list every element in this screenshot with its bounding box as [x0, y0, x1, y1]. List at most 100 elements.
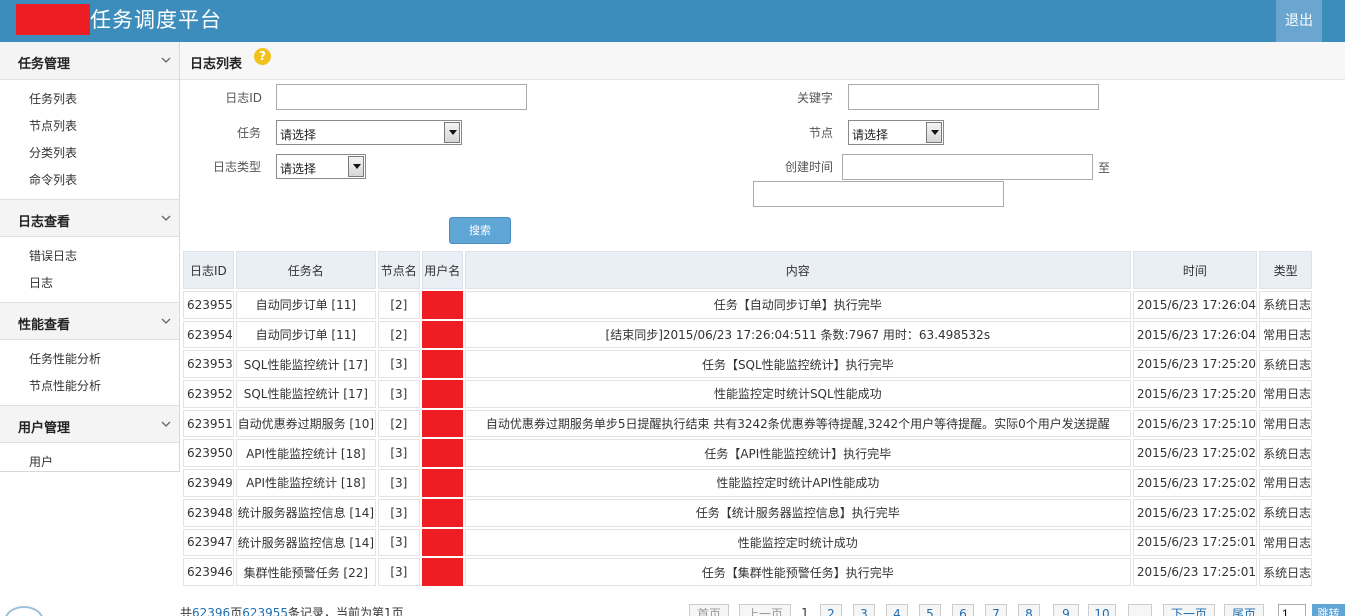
cell-time: 2015/6/23 17:26:04: [1132, 320, 1258, 349]
table-row[interactable]: 623948 统计服务器监控信息 [14] [3] 任务【统计服务器监控信息】执行完毕…: [183, 498, 1313, 527]
sidebar-item[interactable]: 用户: [0, 449, 179, 476]
sidebar-item[interactable]: 分类列表: [0, 140, 179, 167]
cell-user: [421, 350, 463, 379]
ellipsis-page: [1128, 604, 1152, 616]
table-row[interactable]: 623946 集群性能预警任务 [22] [3] 任务【集群性能预警任务】执行完毕 20…: [183, 558, 1313, 586]
sidebar-item[interactable]: 节点性能分析: [0, 373, 179, 400]
cell-task: 自动同步订单 [11]: [235, 291, 376, 319]
created-time-to-input[interactable]: [753, 181, 1004, 207]
cell-content: 任务【统计服务器监控信息】执行完毕: [464, 498, 1131, 527]
cell-content: 性能监控定时统计API性能成功: [464, 469, 1131, 497]
sidebar-item[interactable]: 任务性能分析: [0, 346, 179, 373]
cell-task: API性能监控统计 [18]: [235, 469, 376, 497]
table-row[interactable]: 623955 自动同步订单 [11] [2] 任务【自动同步订单】执行完毕 2015/6…: [183, 291, 1313, 319]
col-header-type: 类型: [1259, 251, 1313, 289]
table-row[interactable]: 623954 自动同步订单 [11] [2] [结束同步]2015/06/23 17:…: [183, 320, 1313, 349]
cell-time: 2015/6/23 17:26:04: [1132, 291, 1258, 319]
chevron-down-icon[interactable]: [161, 212, 171, 222]
page-number-button[interactable]: 5: [919, 604, 941, 616]
prev-page-button[interactable]: 上一页: [739, 604, 791, 616]
table-row[interactable]: 623949 API性能监控统计 [18] [3] 性能监控定时统计API性能成功 20…: [183, 469, 1313, 497]
cell-id: 623952: [183, 380, 234, 408]
sidebar-item[interactable]: 错误日志: [0, 243, 179, 270]
sidebar-group-label: 性能查看: [18, 318, 71, 333]
chevron-down-icon[interactable]: [161, 54, 171, 64]
sidebar-group-0[interactable]: 任务管理: [0, 42, 179, 80]
sidebar-item[interactable]: 任务列表: [0, 86, 179, 113]
cell-task: 自动优惠券过期服务 [10]: [235, 409, 376, 438]
page-number-button[interactable]: 7: [985, 604, 1007, 616]
chevron-down-icon[interactable]: [926, 122, 942, 143]
sidebar-item[interactable]: 节点列表: [0, 113, 179, 140]
cell-id: 623950: [183, 439, 234, 468]
chevron-down-icon[interactable]: [348, 156, 364, 177]
cell-content: 自动优惠券过期服务单步5日提醒执行结束 共有3242条优惠券等待提醒,3242个…: [464, 409, 1131, 438]
table-row[interactable]: 623947 统计服务器监控信息 [14] [3] 性能监控定时统计成功 2015/6/…: [183, 528, 1313, 557]
cell-id: 623953: [183, 350, 234, 379]
pager-mid: 页: [230, 606, 243, 616]
col-header-id: 日志ID: [183, 251, 234, 289]
floating-chat-icon[interactable]: [4, 606, 44, 616]
sidebar-item[interactable]: 日志: [0, 270, 179, 297]
first-page-button[interactable]: 首页: [689, 604, 729, 616]
search-button[interactable]: 搜索: [449, 217, 511, 244]
table-row[interactable]: 623951 自动优惠券过期服务 [10] [2] 自动优惠券过期服务单步5日提醒执行…: [183, 409, 1313, 438]
node-select[interactable]: 请选择: [848, 120, 944, 145]
page-number-button[interactable]: 2: [820, 604, 842, 616]
chevron-down-icon[interactable]: [161, 315, 171, 325]
sidebar-group-1[interactable]: 日志查看: [0, 199, 179, 237]
col-header-node: 节点名: [377, 251, 420, 289]
created-time-from-input[interactable]: [842, 154, 1093, 180]
table-row[interactable]: 623950 API性能监控统计 [18] [3] 任务【API性能监控统计】执行完毕…: [183, 439, 1313, 468]
task-select[interactable]: 请选择: [276, 120, 462, 145]
last-page-button[interactable]: 尾页: [1224, 604, 1264, 616]
sidebar-group-label: 用户管理: [18, 421, 71, 436]
chevron-down-icon[interactable]: [444, 122, 460, 143]
keyword-input[interactable]: [848, 84, 1099, 110]
page-number-button[interactable]: 6: [952, 604, 974, 616]
cell-time: 2015/6/23 17:25:20: [1132, 350, 1258, 379]
cell-content: 任务【API性能监控统计】执行完毕: [464, 439, 1131, 468]
sidebar-item[interactable]: 命令列表: [0, 167, 179, 194]
page-number-button[interactable]: 8: [1018, 604, 1040, 616]
log-type-select[interactable]: 请选择: [276, 154, 366, 179]
cell-user: [421, 320, 463, 349]
cell-id: 623955: [183, 291, 234, 319]
page-number-button[interactable]: 4: [886, 604, 908, 616]
table-row[interactable]: 623953 SQL性能监控统计 [17] [3] 任务【SQL性能监控统计】执行完毕…: [183, 350, 1313, 379]
table-row[interactable]: 623952 SQL性能监控统计 [17] [3] 性能监控定时统计SQL性能成功 20…: [183, 380, 1313, 408]
chevron-down-icon[interactable]: [161, 418, 171, 428]
log-id-input[interactable]: [276, 84, 527, 110]
cell-type: 系统日志: [1259, 558, 1313, 586]
task-select-value: 请选择: [280, 128, 317, 142]
created-time-label: 创建时间: [784, 160, 833, 174]
col-header-content: 内容: [464, 251, 1131, 289]
cell-time: 2015/6/23 17:25:02: [1132, 498, 1258, 527]
cell-node: [2]: [377, 291, 420, 319]
goto-button[interactable]: 跳转: [1312, 604, 1345, 616]
sidebar-group-label: 任务管理: [18, 57, 71, 72]
current-page: 1: [801, 606, 809, 616]
page-number-button[interactable]: 10: [1088, 604, 1116, 616]
sidebar-group-2[interactable]: 性能查看: [0, 302, 179, 340]
cell-content: [结束同步]2015/06/23 17:26:04:511 条数:7967 用时…: [464, 320, 1131, 349]
cell-id: 623948: [183, 498, 234, 527]
goto-page-input[interactable]: [1278, 604, 1306, 616]
cell-type: 常用日志: [1259, 469, 1313, 497]
sidebar-group-3[interactable]: 用户管理: [0, 405, 179, 443]
cell-node: [3]: [377, 498, 420, 527]
next-page-button[interactable]: 下一页: [1163, 604, 1215, 616]
col-header-task: 任务名: [235, 251, 376, 289]
page-header: 日志列表 ?: [180, 42, 1345, 80]
cell-id: 623954: [183, 320, 234, 349]
cell-time: 2015/6/23 17:25:02: [1132, 469, 1258, 497]
cell-type: 常用日志: [1259, 528, 1313, 557]
cell-node: [3]: [377, 350, 420, 379]
logout-button[interactable]: 退出: [1276, 0, 1322, 42]
col-header-time: 时间: [1132, 251, 1258, 289]
question-icon[interactable]: ?: [254, 48, 271, 65]
log-type-select-value: 请选择: [280, 162, 317, 176]
page-number-button[interactable]: 9: [1053, 604, 1079, 616]
pager-prefix: 共: [180, 606, 193, 616]
page-number-button[interactable]: 3: [853, 604, 875, 616]
